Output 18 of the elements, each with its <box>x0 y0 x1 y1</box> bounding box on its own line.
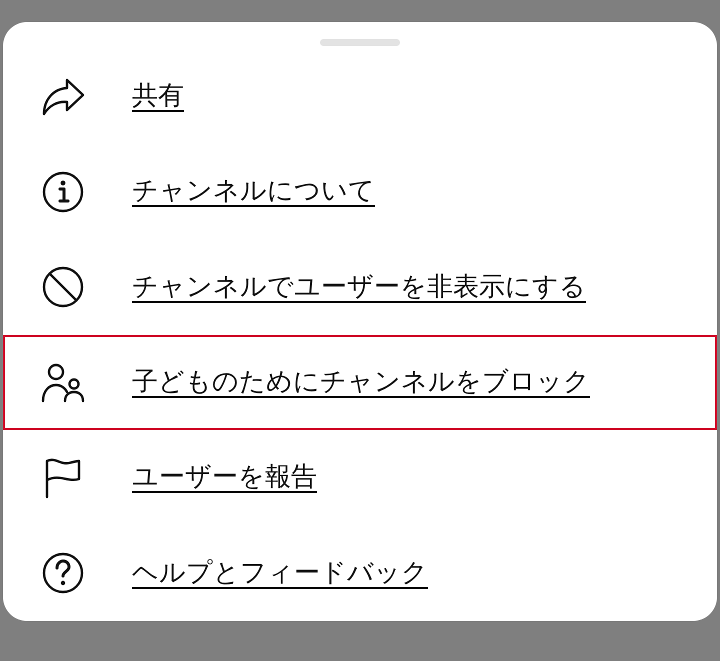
help-icon <box>41 551 85 596</box>
menu-item-label: ヘルプとフィードバック <box>132 556 428 590</box>
menu-item[interactable]: チャンネルについて <box>3 144 717 240</box>
menu-item-label: チャンネルについて <box>132 175 375 208</box>
people-icon <box>41 362 85 403</box>
menu-item-label: チャンネルでユーザーを非表示にする <box>132 270 586 304</box>
menu-item[interactable]: 子どものためにチャンネルをブロック <box>3 334 717 430</box>
share-arrow-icon <box>41 78 85 116</box>
menu-item-label: 共有 <box>132 80 184 114</box>
menu-item[interactable]: 共有 <box>3 49 717 144</box>
menu-item-label: ユーザーを報告 <box>132 461 317 494</box>
block-icon <box>41 265 85 310</box>
menu-item[interactable]: チャンネルでユーザーを非表示にする <box>3 240 717 335</box>
menu-item[interactable]: ユーザーを報告 <box>3 430 717 526</box>
info-icon <box>41 170 85 214</box>
menu-item-label: 子どものためにチャンネルをブロック <box>132 366 590 400</box>
menu-item[interactable]: ヘルプとフィードバック <box>3 526 717 621</box>
drag-handle[interactable] <box>320 39 400 46</box>
